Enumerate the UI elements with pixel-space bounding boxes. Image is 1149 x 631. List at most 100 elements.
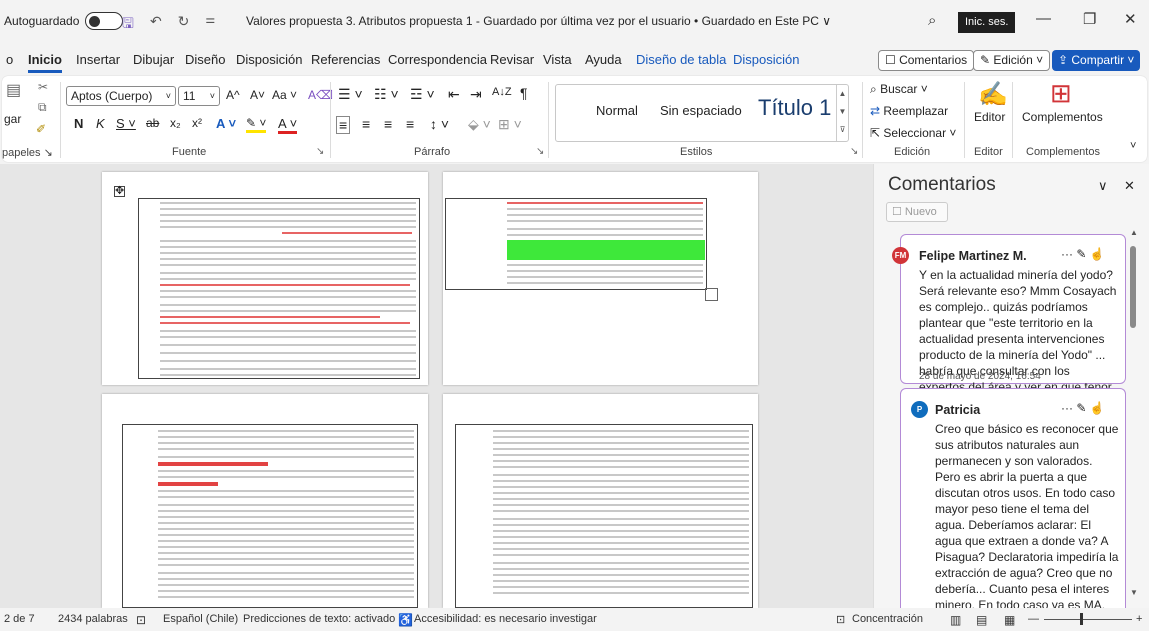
language[interactable]: Español (Chile) [163, 613, 238, 625]
align-center-icon[interactable]: ≡ [362, 116, 370, 132]
comment-card[interactable]: FM Felipe Martinez M. ··· ✎ ☝ Y en la ac… [892, 234, 1126, 410]
superscript-button[interactable]: x² [192, 116, 202, 130]
font-dialog-launcher-icon[interactable]: ↘ [316, 146, 324, 157]
addins-icon[interactable]: ⊞ [1050, 78, 1072, 109]
page-thumbnail[interactable]: ✥ [102, 172, 428, 385]
borders-icon[interactable]: ⊞ ˅ [498, 116, 522, 133]
shrink-font-button[interactable]: A˅ [250, 88, 265, 102]
document-title[interactable]: Valores propuesta 3. Atributos propuesta… [246, 14, 831, 28]
comment-card[interactable]: P Patricia ··· ✎ ☝ Creo que básico es re… [900, 388, 1126, 608]
print-layout-icon[interactable]: ▤ [976, 613, 987, 627]
copy-icon[interactable]: ⧉ [38, 100, 47, 115]
paste-icon[interactable]: ▤ [6, 80, 21, 100]
editor-icon[interactable]: ✍ [978, 80, 1008, 109]
scrollbar-thumb[interactable] [1130, 246, 1136, 328]
zoom-out-button[interactable]: — [1028, 613, 1039, 625]
customize-icon[interactable]: ⚌ [205, 13, 215, 37]
close-pane-icon[interactable]: ✕ [1124, 178, 1135, 194]
underline-button[interactable]: S ˅ [116, 116, 136, 131]
replace-button[interactable]: ⇄ Reemplazar [870, 104, 948, 118]
minimize-button[interactable]: — [1036, 10, 1051, 27]
editor-button[interactable]: Editor [974, 110, 1005, 124]
scroll-up-icon[interactable]: ▲ [1130, 228, 1138, 237]
highlight-button[interactable]: ✎ ˅ [246, 116, 267, 133]
find-button[interactable]: ⌕ Buscar ˅ [870, 82, 928, 97]
text-effects-button[interactable]: A ˅ [216, 116, 236, 131]
page-thumbnail[interactable] [443, 172, 758, 385]
focus-mode[interactable]: Concentración [852, 613, 923, 625]
comments-button[interactable]: ☐ Comentarios [878, 50, 975, 71]
tab-dibujar[interactable]: Dibujar [133, 52, 174, 67]
bullets-icon[interactable]: ☰ ˅ [338, 86, 363, 103]
share-button[interactable]: ⇪ Compartir ˅ [1052, 50, 1140, 71]
change-case-button[interactable]: Aa ˅ [272, 88, 297, 102]
style-no-spacing[interactable]: Sin espaciado [660, 103, 742, 118]
comment-actions[interactable]: ··· ✎ ☝ [1061, 247, 1105, 261]
zoom-slider[interactable] [1044, 619, 1132, 620]
style-title-1[interactable]: Título 1 [758, 95, 831, 121]
shading-icon[interactable]: ⬙ ˅ [468, 116, 491, 133]
style-normal[interactable]: Normal [596, 103, 638, 118]
decrease-indent-icon[interactable]: ⇤ [448, 86, 460, 103]
align-left-icon[interactable]: ≡ [336, 116, 351, 134]
tab-disposicion-tabla[interactable]: Disposición [733, 52, 799, 67]
autosave-toggle[interactable] [85, 12, 124, 30]
collapse-ribbon-icon[interactable]: ˅ [1130, 140, 1136, 152]
document-area[interactable]: ✥ [0, 164, 873, 608]
font-name-combo[interactable]: Aptos (Cuerpo) ˅ [66, 86, 176, 106]
align-right-icon[interactable]: ≡ [384, 116, 392, 132]
zoom-slider-thumb[interactable] [1080, 613, 1083, 625]
subscript-button[interactable]: x₂ [170, 116, 181, 130]
italic-button[interactable]: K [96, 116, 105, 131]
comment-actions[interactable]: ··· ✎ ☝ [1061, 401, 1105, 415]
cut-icon[interactable]: ✂ [38, 80, 48, 94]
addins-button[interactable]: Complementos [1022, 110, 1103, 124]
multilevel-list-icon[interactable]: ☲ ˅ [410, 86, 435, 103]
tab-diseno-tabla[interactable]: Diseño de tabla [636, 52, 726, 67]
line-spacing-icon[interactable]: ↕ ˅ [430, 116, 449, 132]
increase-indent-icon[interactable]: ⇥ [470, 86, 482, 103]
page-thumbnail[interactable] [102, 394, 428, 608]
tab-referencias[interactable]: Referencias [311, 52, 380, 67]
show-marks-button[interactable]: ¶ [520, 85, 528, 101]
table-resize-handle[interactable] [705, 288, 718, 301]
web-layout-icon[interactable]: ▦ [1004, 613, 1015, 627]
restore-button[interactable]: ❐ [1083, 10, 1096, 28]
bold-button[interactable]: N [74, 116, 83, 131]
grow-font-button[interactable]: A^ [226, 88, 240, 102]
tab-revisar[interactable]: Revisar [490, 52, 534, 67]
tab-file[interactable]: o [6, 52, 13, 67]
save-icon[interactable]: 🖫 [122, 13, 134, 37]
format-painter-icon[interactable]: ✐ [36, 122, 46, 136]
scroll-down-icon[interactable]: ▼ [1130, 588, 1138, 597]
redo-icon[interactable]: ↻ [178, 13, 190, 37]
editing-mode-button[interactable]: ✎ Edición ˅ [973, 50, 1051, 71]
justify-icon[interactable]: ≡ [406, 116, 414, 132]
close-button[interactable]: ✕ [1124, 10, 1137, 28]
table-move-handle-icon[interactable]: ✥ [114, 186, 125, 197]
proofing-icon[interactable]: ⊡ [136, 613, 146, 627]
sign-in-button[interactable]: Inic. ses. [958, 12, 1016, 33]
font-size-combo[interactable]: 11 ˅ [178, 86, 220, 106]
tab-ayuda[interactable]: Ayuda [585, 52, 622, 67]
tab-inicio[interactable]: Inicio [28, 52, 62, 73]
sort-button[interactable]: A↓Z [492, 86, 512, 98]
tab-insertar[interactable]: Insertar [76, 52, 120, 67]
styles-dialog-launcher-icon[interactable]: ↘ [850, 146, 858, 157]
tab-disposicion[interactable]: Disposición [236, 52, 302, 67]
search-icon[interactable]: ⌕ [928, 12, 936, 29]
undo-icon[interactable]: ↶ [150, 13, 162, 37]
zoom-in-button[interactable]: + [1136, 613, 1142, 625]
font-color-button[interactable]: A ˅ [278, 116, 298, 134]
text-predictions[interactable]: Predicciones de texto: activado [243, 613, 395, 625]
tab-vista[interactable]: Vista [543, 52, 572, 67]
accessibility-status[interactable]: Accesibilidad: es necesario investigar [414, 613, 597, 625]
tab-diseno[interactable]: Diseño [185, 52, 225, 67]
styles-scroll-icon[interactable]: ▲ ▼ ⊽ [836, 85, 848, 141]
numbering-icon[interactable]: ☷ ˅ [374, 86, 399, 103]
page-count[interactable]: 2 de 7 [4, 613, 35, 625]
paragraph-dialog-launcher-icon[interactable]: ↘ [536, 146, 544, 157]
tab-correspondencia[interactable]: Correspondencia [388, 52, 487, 67]
page-thumbnail[interactable] [443, 394, 758, 608]
strikethrough-button[interactable]: ab [146, 116, 159, 130]
